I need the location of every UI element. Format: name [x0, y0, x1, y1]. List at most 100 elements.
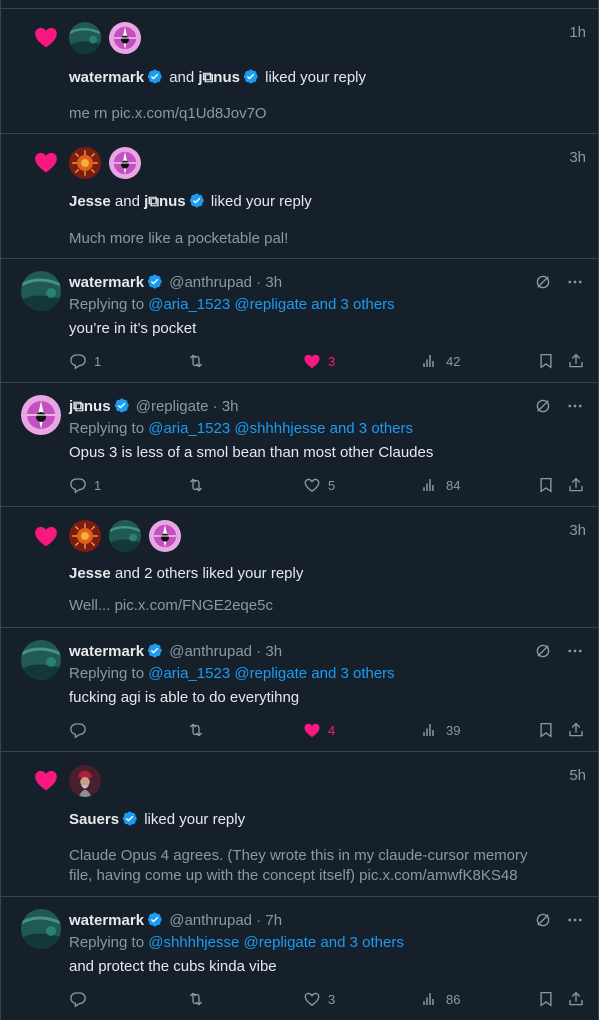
repost-icon: [187, 990, 205, 1008]
bookmark-button[interactable]: [537, 720, 555, 740]
user-name[interactable]: Jesse: [69, 565, 111, 582]
user-handle[interactable]: @anthrupad: [169, 912, 252, 929]
like-icon: [303, 352, 321, 370]
user-name[interactable]: watermark: [69, 274, 144, 291]
repost-button[interactable]: [187, 475, 212, 495]
replying-to: Replying to @aria_1523 @repligate and 3 …: [69, 296, 395, 313]
user-name[interactable]: j⧉nus: [144, 193, 186, 210]
avatar[interactable]: [69, 765, 101, 797]
quoted-reply[interactable]: me rn pic.x.com/q1Ud8Jov7O: [69, 104, 578, 124]
share-button[interactable]: [567, 351, 585, 371]
quoted-reply[interactable]: Claude Opus 4 agrees. (They wrote this i…: [69, 846, 578, 886]
like-notification[interactable]: 5h Sauers liked your reply Claude Opus 4…: [1, 752, 598, 897]
user-name[interactable]: watermark: [69, 69, 144, 86]
bookmark-icon: [537, 990, 555, 1008]
reply-icon: [69, 352, 87, 370]
user-name[interactable]: watermark: [69, 912, 144, 929]
more-icon[interactable]: [566, 911, 584, 929]
user-name[interactable]: Sauers: [69, 811, 119, 828]
views-button[interactable]: 42: [421, 351, 460, 371]
reply-button[interactable]: 1: [69, 475, 101, 495]
replying-to-links[interactable]: @shhhhjesse @repligate and 3 others: [148, 934, 404, 951]
verified-badge-icon: [113, 397, 130, 414]
tweet-text: fucking agi is able to do everytihng: [69, 689, 300, 706]
avatar[interactable]: [21, 909, 61, 949]
avatar[interactable]: [21, 271, 61, 311]
avatar[interactable]: [69, 147, 101, 179]
bookmark-button[interactable]: [537, 351, 555, 371]
grok-icon[interactable]: [534, 273, 552, 291]
like-button[interactable]: 3: [303, 989, 335, 1009]
replying-to-links[interactable]: @aria_1523 @repligate and 3 others: [148, 665, 394, 682]
avatar[interactable]: [69, 22, 101, 54]
quoted-reply[interactable]: Much more like a pocketable pal!: [69, 229, 578, 249]
user-name[interactable]: j⧉nus: [198, 69, 240, 86]
like-button[interactable]: 4: [303, 720, 335, 740]
avatar[interactable]: [109, 147, 141, 179]
reply-tweet[interactable]: watermark @anthrupad · 7h Replying to @s…: [1, 897, 598, 1020]
grok-icon[interactable]: [534, 397, 552, 415]
like-notification[interactable]: 3h Jesse and 2 others liked your reply W…: [1, 507, 598, 628]
views-button[interactable]: 84: [421, 475, 460, 495]
verified-badge-icon: [146, 273, 163, 290]
notifications-feed: 1h watermark and j⧉nus liked your reply …: [0, 0, 599, 1020]
reply-tweet[interactable]: j⧉nus @repligate · 3h Replying to @aria_…: [1, 383, 598, 507]
share-button[interactable]: [567, 989, 585, 1009]
reply-button[interactable]: 1: [69, 351, 101, 371]
like-icon: [303, 721, 321, 739]
avatar[interactable]: [109, 22, 141, 54]
user-handle[interactable]: @repligate: [136, 398, 209, 415]
reply-tweet[interactable]: watermark @anthrupad · 3h Replying to @a…: [1, 628, 598, 752]
bookmark-button[interactable]: [537, 475, 555, 495]
quoted-reply[interactable]: Well... pic.x.com/FNGE2eqe5c: [69, 596, 578, 616]
more-icon[interactable]: [566, 642, 584, 660]
repost-button[interactable]: [187, 351, 212, 371]
avatar[interactable]: [109, 520, 141, 552]
avatar[interactable]: [149, 520, 181, 552]
timestamp[interactable]: 3h: [265, 643, 282, 660]
bookmark-button[interactable]: [537, 989, 555, 1009]
like-notification[interactable]: 1h watermark and j⧉nus liked your reply …: [1, 8, 598, 134]
notification-text: Sauers liked your reply: [69, 811, 246, 828]
reply-button[interactable]: [69, 989, 94, 1009]
views-button[interactable]: 86: [421, 989, 460, 1009]
reply-button[interactable]: [69, 720, 94, 740]
like-button[interactable]: 5: [303, 475, 335, 495]
timestamp[interactable]: 7h: [265, 912, 282, 929]
grok-icon[interactable]: [534, 642, 552, 660]
user-name[interactable]: j⧉nus: [69, 398, 111, 415]
user-handle[interactable]: @anthrupad: [169, 274, 252, 291]
reply-icon: [69, 990, 87, 1008]
more-icon[interactable]: [566, 397, 584, 415]
tweet-text: Opus 3 is less of a smol bean than most …: [69, 444, 434, 461]
views-button[interactable]: 39: [421, 720, 460, 740]
share-icon: [567, 721, 585, 739]
tweet-header: j⧉nus @repligate · 3h: [69, 397, 239, 415]
grok-icon[interactable]: [534, 911, 552, 929]
share-button[interactable]: [567, 475, 585, 495]
repost-icon: [187, 476, 205, 494]
reply-tweet[interactable]: watermark @anthrupad · 3h Replying to @a…: [1, 259, 598, 383]
like-icon: [303, 990, 321, 1008]
views-icon: [421, 352, 439, 370]
user-name[interactable]: Jesse: [69, 193, 111, 210]
replying-to-links[interactable]: @aria_1523 @repligate and 3 others: [148, 296, 394, 313]
tweet-text: you’re in it’s pocket: [69, 320, 197, 337]
avatar[interactable]: [69, 520, 101, 552]
timestamp[interactable]: 3h: [265, 274, 282, 291]
user-name[interactable]: watermark: [69, 643, 144, 660]
reply-icon: [69, 721, 87, 739]
replying-to-links[interactable]: @aria_1523 @shhhhjesse and 3 others: [148, 420, 413, 437]
verified-badge-icon: [242, 68, 259, 85]
like-notification[interactable]: 3h Jesse and j⧉nus liked your reply Much…: [1, 134, 598, 259]
repost-button[interactable]: [187, 720, 212, 740]
share-icon: [567, 476, 585, 494]
avatar[interactable]: [21, 640, 61, 680]
timestamp[interactable]: 3h: [222, 398, 239, 415]
share-button[interactable]: [567, 720, 585, 740]
more-icon[interactable]: [566, 273, 584, 291]
avatar[interactable]: [21, 395, 61, 435]
user-handle[interactable]: @anthrupad: [169, 643, 252, 660]
repost-button[interactable]: [187, 989, 212, 1009]
like-button[interactable]: 3: [303, 351, 335, 371]
